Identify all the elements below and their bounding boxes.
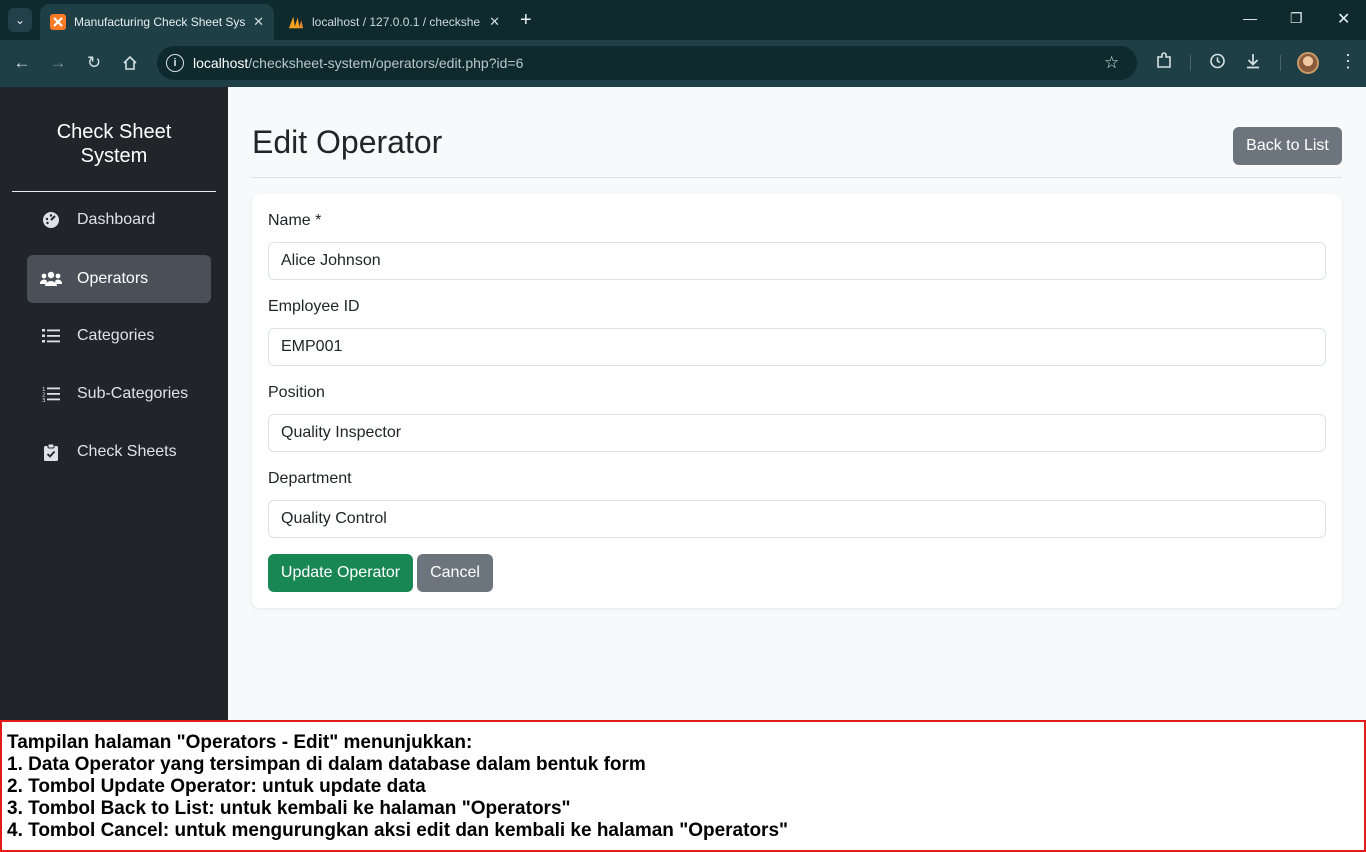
- sidebar-item-label: Dashboard: [77, 211, 156, 228]
- sidebar-item-operators[interactable]: Operators: [27, 255, 211, 303]
- new-tab-plus-icon[interactable]: +: [520, 9, 532, 31]
- kebab-menu-icon[interactable]: ⋮: [1339, 51, 1357, 72]
- back-arrow-icon[interactable]: ←: [10, 52, 34, 74]
- annotation-line: 3. Tombol Back to List: untuk kembali ke…: [7, 798, 571, 819]
- employee-id-label: Employee ID: [268, 298, 360, 315]
- users-icon: [40, 271, 62, 287]
- phpmyadmin-favicon-icon: [288, 14, 304, 30]
- tab-title: Manufacturing Check Sheet Sys: [74, 15, 246, 29]
- sidebar-item-dashboard[interactable]: Dashboard: [27, 196, 211, 244]
- name-label: Name *: [268, 212, 322, 229]
- restore-icon[interactable]: ❐: [1290, 10, 1303, 27]
- employee-id-field[interactable]: [268, 328, 1326, 366]
- annotation-line: 1. Data Operator yang tersimpan di dalam…: [7, 754, 646, 775]
- tab-inactive[interactable]: localhost / 127.0.0.1 / checkshe ✕: [278, 4, 510, 40]
- tab-active[interactable]: Manufacturing Check Sheet Sys ✕: [40, 4, 274, 40]
- tab-search-button[interactable]: ⌄: [8, 8, 32, 32]
- home-icon[interactable]: [118, 52, 142, 74]
- download-icon[interactable]: [1244, 52, 1262, 75]
- tab-title: localhost / 127.0.0.1 / checkshe: [312, 15, 481, 29]
- cancel-button[interactable]: Cancel: [417, 554, 493, 592]
- list-ol-icon: 123: [40, 386, 62, 402]
- annotation-heading: Tampilan halaman "Operators - Edit" menu…: [7, 732, 473, 753]
- sidebar-item-label: Operators: [77, 270, 149, 287]
- minimize-icon[interactable]: —: [1243, 10, 1257, 26]
- bookmark-star-icon[interactable]: ☆: [1104, 53, 1119, 73]
- annotation-line: 2. Tombol Update Operator: untuk update …: [7, 776, 426, 797]
- department-field[interactable]: [268, 500, 1326, 538]
- profile-avatar[interactable]: [1297, 52, 1319, 74]
- url-host: localhost: [193, 55, 249, 71]
- gauge-icon: [40, 211, 62, 229]
- close-icon[interactable]: ✕: [253, 14, 264, 30]
- url-text[interactable]: localhost/checksheet-system/operators/ed…: [193, 55, 523, 71]
- annotation-line: 4. Tombol Cancel: untuk mengurungkan aks…: [7, 820, 789, 841]
- brand-text: Check Sheet System: [56, 121, 172, 167]
- sidebar-item-label: Sub-Categories: [77, 385, 189, 402]
- extensions-icon[interactable]: [1155, 52, 1173, 75]
- annotation-box: Tampilan halaman "Operators - Edit" menu…: [0, 720, 1366, 852]
- sidebar-item-label: Categories: [77, 327, 155, 344]
- svg-text:3: 3: [42, 398, 46, 402]
- sidebar-item-check-sheets[interactable]: Check Sheets: [27, 428, 211, 476]
- url-path: /checksheet-system/operators/edit.php?id…: [248, 55, 524, 71]
- toolbar-divider: [1280, 55, 1281, 71]
- back-to-list-button[interactable]: Back to List: [1233, 127, 1342, 165]
- close-icon[interactable]: ✕: [489, 14, 500, 30]
- title-divider: [252, 177, 1342, 178]
- window-close-icon[interactable]: ✕: [1337, 9, 1350, 29]
- position-label: Position: [268, 384, 325, 401]
- sidebar-item-sub-categories[interactable]: 123 Sub-Categories: [27, 370, 211, 418]
- reload-icon[interactable]: ↻: [82, 52, 106, 74]
- forward-arrow-icon[interactable]: →: [46, 52, 70, 74]
- name-field[interactable]: [268, 242, 1326, 280]
- sidebar-item-label: Check Sheets: [77, 443, 177, 460]
- history-icon[interactable]: [1208, 52, 1226, 75]
- sidebar-divider: [12, 191, 216, 192]
- site-info-icon[interactable]: i: [166, 54, 184, 72]
- clipboard-check-icon: [40, 443, 62, 461]
- update-operator-button[interactable]: Update Operator: [268, 554, 413, 592]
- toolbar-divider: [1190, 55, 1191, 71]
- xampp-favicon-icon: [50, 14, 66, 30]
- department-label: Department: [268, 470, 352, 487]
- position-field[interactable]: [268, 414, 1326, 452]
- page-title: Edit Operator: [252, 124, 443, 160]
- sidebar-brand: Check Sheet System: [0, 120, 228, 168]
- list-icon: [40, 328, 62, 344]
- sidebar-item-categories[interactable]: Categories: [27, 312, 211, 360]
